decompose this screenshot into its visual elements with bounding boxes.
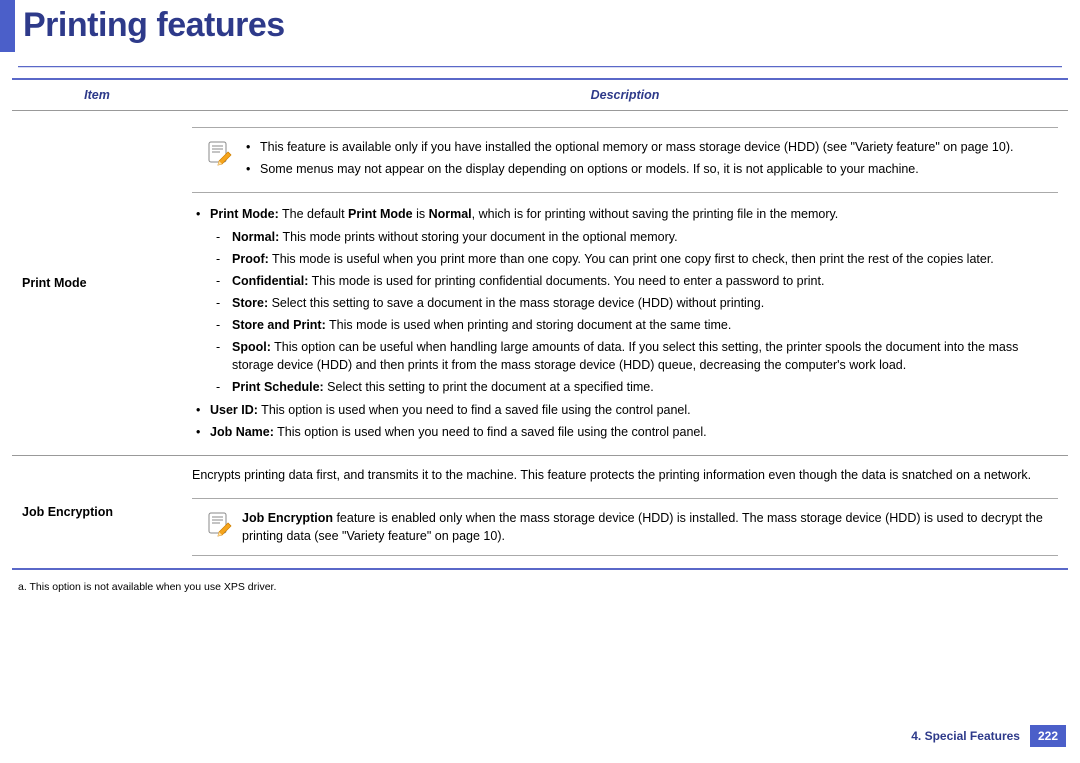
submode-item: Store and Print: This mode is used when … [210, 316, 1058, 334]
row-job-encryption: Job Encryption Encrypts printing data fi… [12, 455, 1068, 569]
note-box: Job Encryption feature is enabled only w… [192, 498, 1058, 556]
footer-chapter: 4. Special Features [901, 725, 1030, 747]
note-box: This feature is available only if you ha… [192, 127, 1058, 193]
tail-bullet: User ID: This option is used when you ne… [192, 401, 1058, 419]
col-header-description: Description [182, 79, 1068, 111]
footer-page-number: 222 [1030, 725, 1066, 747]
row-print-mode: Print Mode This feature is available onl… [12, 111, 1068, 456]
job-encryption-note: Job Encryption feature is enabled only w… [242, 509, 1044, 545]
col-header-item: Item [12, 79, 182, 111]
submode-item: Store: Select this setting to save a doc… [210, 294, 1058, 312]
feature-table: Item Description Print Mode This feature… [12, 78, 1068, 570]
page-title: Printing features [15, 0, 285, 52]
row-desc-job-encryption: Encrypts printing data first, and transm… [182, 455, 1068, 569]
note-bullet: This feature is available only if you ha… [242, 138, 1044, 156]
footnote: a. This option is not available when you… [12, 570, 1068, 595]
note-pencil-icon [206, 511, 232, 537]
submode-item: Spool: This option can be useful when ha… [210, 338, 1058, 374]
submode-item: Confidential: This mode is used for prin… [210, 272, 1058, 290]
submode-item: Normal: This mode prints without storing… [210, 228, 1058, 246]
tail-bullet: Job Name: This option is used when you n… [192, 423, 1058, 441]
content-area: Item Description Print Mode This feature… [0, 68, 1080, 595]
job-encryption-intro: Encrypts printing data first, and transm… [192, 466, 1058, 484]
page-footer: 4. Special Features 222 [901, 725, 1066, 747]
print-mode-line: Print Mode: The default Print Mode is No… [192, 205, 1058, 396]
header-accent-bar [0, 0, 15, 52]
note-pencil-icon [206, 140, 232, 166]
row-desc-print-mode: This feature is available only if you ha… [182, 111, 1068, 456]
row-label-print-mode: Print Mode [12, 111, 182, 456]
row-label-job-encryption: Job Encryption [12, 455, 182, 569]
page-header: Printing features [0, 0, 1080, 52]
note-bullet: Some menus may not appear on the display… [242, 160, 1044, 178]
submode-item: Proof: This mode is useful when you prin… [210, 250, 1058, 268]
submode-item: Print Schedule: Select this setting to p… [210, 378, 1058, 396]
